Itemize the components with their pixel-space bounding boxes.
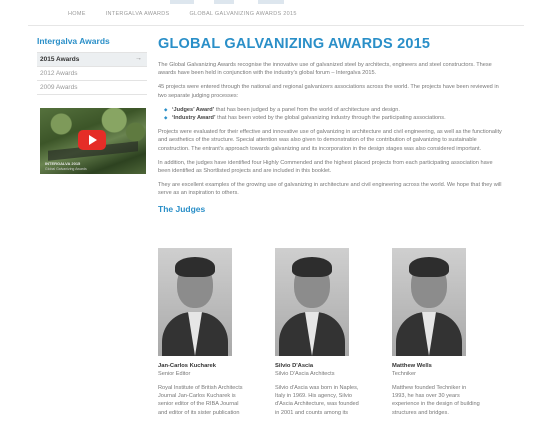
judge-role: Silvio D'Ascia Architects <box>275 371 335 377</box>
award-description: that has been judged by a panel from the… <box>214 106 400 113</box>
judge-photo <box>392 248 466 356</box>
judge-role: Techniker <box>392 371 416 377</box>
breadcrumb-home-link[interactable]: HOME <box>68 11 86 17</box>
judge-bio: Royal Institute of British Architects Jo… <box>158 385 243 416</box>
video-caption-title: INTERGALVA 2015 <box>45 161 81 166</box>
judge-bio: Matthew founded Techniker in 1993, he ha… <box>392 385 480 416</box>
shortlist-paragraph: In addition, the judges have identified … <box>158 159 493 175</box>
judge-role: Senior Editor <box>158 371 191 377</box>
main-content: GLOBAL GALVANIZING AWARDS 2015 The Globa… <box>158 36 504 222</box>
list-item: ‘Judges’ Award’ that has been judged by … <box>164 106 504 114</box>
video-thumbnail[interactable]: INTERGALVA 2015 Global Galvanizing Award… <box>40 108 146 174</box>
judge-name: Jan-Carlos Kucharek <box>158 363 216 369</box>
sidebar-item-label: 2009 Awards <box>40 84 78 91</box>
arrow-right-icon: → <box>135 55 142 62</box>
judge-card: Silvio D'Ascia Silvio D'Ascia Architects… <box>275 248 363 417</box>
breadcrumb: HOME INTERGALVA AWARDS GLOBAL GALVANIZIN… <box>68 11 317 17</box>
list-item: ‘Industry Award’ that has been voted by … <box>164 114 504 122</box>
sidebar-item-2009-awards[interactable]: 2009 Awards <box>37 80 147 94</box>
header-decoration <box>170 0 194 4</box>
award-name: ‘Industry Award’ <box>172 115 216 122</box>
evaluation-paragraph: Projects were evaluated for their effect… <box>158 129 502 152</box>
video-caption-subtitle: Global Galvanizing Awards <box>45 167 87 171</box>
award-description: that has been voted by the global galvan… <box>215 115 446 122</box>
play-icon[interactable] <box>78 130 106 150</box>
breadcrumb-intergalva-awards-link[interactable]: INTERGALVA AWARDS <box>106 11 170 17</box>
sidebar-item-label: 2012 Awards <box>40 70 78 77</box>
sidebar-item-label: 2015 Awards <box>40 56 80 63</box>
sidebar-divider <box>37 94 147 95</box>
judge-name: Silvio D'Ascia <box>275 363 314 369</box>
award-name: ‘Judges’ Award’ <box>172 106 215 113</box>
sidebar: Intergalva Awards 2015 Awards → 2012 Awa… <box>37 36 147 95</box>
breadcrumb-current-page: GLOBAL GALVANIZING AWARDS 2015 <box>189 11 297 17</box>
closing-paragraph: They are excellent examples of the growi… <box>158 182 502 197</box>
judge-photo <box>158 248 232 356</box>
intro-paragraph: The Global Galvanizing Awards recognise … <box>158 62 492 77</box>
page-title: GLOBAL GALVANIZING AWARDS 2015 <box>158 36 431 52</box>
judge-bio: Silvio d'Ascia was born in Naples, Italy… <box>275 385 359 416</box>
judging-process-list: ‘Judges’ Award’ that has been judged by … <box>164 106 504 123</box>
header-decoration <box>214 0 234 4</box>
judge-name: Matthew Wells <box>392 363 432 369</box>
sidebar-item-2012-awards[interactable]: 2012 Awards <box>37 66 147 80</box>
sidebar-title: Intergalva Awards <box>37 36 110 46</box>
judges-heading: The Judges <box>158 203 206 214</box>
entries-paragraph: 45 projects were entered through the nat… <box>158 84 499 99</box>
judge-card: Jan-Carlos Kucharek Senior Editor Royal … <box>158 248 246 417</box>
judge-card: Matthew Wells Techniker Matthew founded … <box>392 248 480 417</box>
header-decoration <box>258 0 284 4</box>
sidebar-item-2015-awards[interactable]: 2015 Awards → <box>37 52 147 66</box>
top-navigation-bar: HOME INTERGALVA AWARDS GLOBAL GALVANIZIN… <box>28 0 524 26</box>
judge-photo <box>275 248 349 356</box>
